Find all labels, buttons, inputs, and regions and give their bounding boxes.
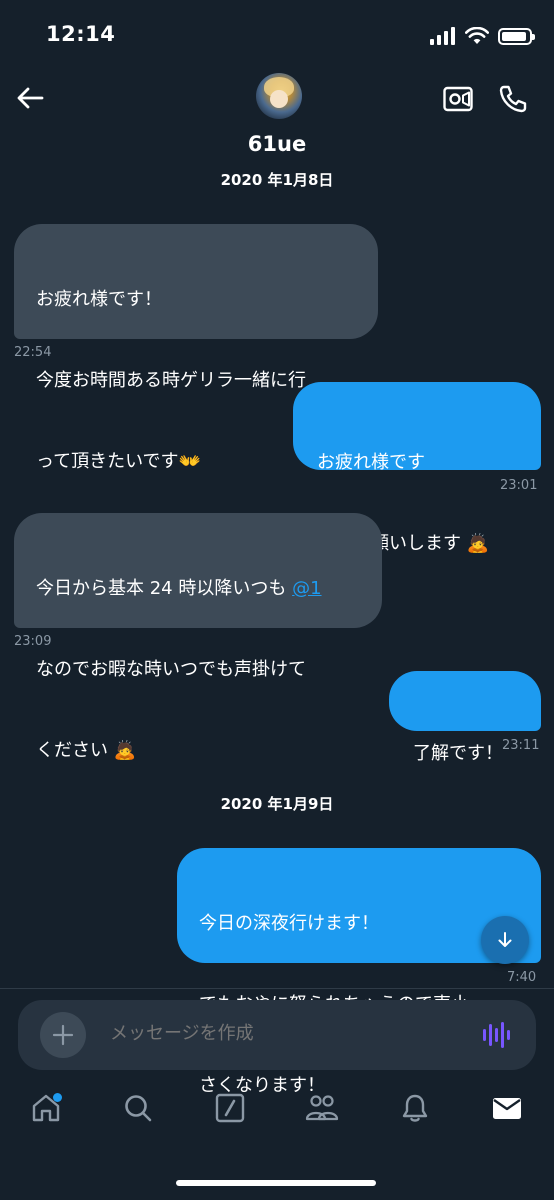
mention-link[interactable]: @1 (292, 578, 321, 599)
voice-message-icon[interactable] (482, 1020, 512, 1050)
message-input[interactable] (110, 1023, 440, 1044)
messages-icon (493, 1098, 521, 1119)
message-timestamp: 22:54 (14, 345, 52, 360)
message-bubble-outgoing[interactable]: 了解です！ (389, 671, 541, 764)
bowing-person-emoji-icon: 🙇 (113, 740, 137, 761)
message-text: って頂きたいです (36, 451, 179, 472)
message-timestamp: 7:40 (507, 970, 537, 985)
tab-compose[interactable] (207, 1085, 253, 1131)
bowing-person-emoji-icon: 🙇 (466, 533, 490, 554)
tab-notifications[interactable] (392, 1085, 438, 1131)
message-text: 今日の深夜行けます！ (199, 913, 379, 934)
arrow-down-icon (498, 932, 512, 947)
message-timestamp: 23:01 (500, 478, 538, 493)
cellular-signal-icon (430, 27, 455, 45)
message-text: ください (36, 740, 108, 761)
message-bubble-incoming[interactable]: お疲れ様です！ 今度お時間ある時ゲリラ一緒に行 って頂きたいです👐 (14, 224, 378, 472)
search-icon (125, 1095, 152, 1122)
message-timestamp: 23:11 (502, 738, 540, 753)
tab-messages[interactable] (484, 1085, 530, 1131)
composer-divider (0, 988, 554, 989)
battery-icon (498, 27, 535, 45)
message-text: なのでお暇な時いつでも声掛けて (36, 659, 306, 680)
tab-search[interactable] (115, 1085, 161, 1131)
message-bubble-incoming[interactable]: 今日から基本 24 時以降いつも @1 なのでお暇な時いつでも声掛けて ください… (14, 513, 382, 761)
contact-name[interactable]: 61ue (0, 132, 554, 156)
date-separator: 2020 年1月9日 (220, 795, 334, 813)
dm-conversation-screen: 12:14 61ue 2020 年1月8日 お疲れ様です！ 今度お時間ある時ゲリ… (0, 0, 554, 1200)
tab-communities[interactable] (299, 1085, 345, 1131)
status-bar: 12:14 (0, 0, 554, 70)
message-bubble-outgoing[interactable]: お疲れ様です ぜひお願いします 🙇 (293, 382, 541, 554)
open-hands-emoji-icon: 👐 (178, 451, 201, 472)
phone-call-icon[interactable] (498, 84, 528, 114)
video-call-icon[interactable] (443, 86, 473, 112)
conversation-header: 61ue (0, 70, 554, 160)
message-timestamp: 23:09 (14, 634, 52, 649)
message-composer (18, 1000, 536, 1070)
home-notification-dot (53, 1093, 62, 1102)
tab-home[interactable] (23, 1085, 69, 1131)
back-arrow-icon[interactable] (14, 82, 46, 114)
status-icons (430, 25, 535, 47)
bottom-tab-bar (0, 1085, 554, 1155)
date-separator: 2020 年1月8日 (220, 171, 334, 189)
home-indicator (176, 1180, 376, 1186)
scroll-to-bottom-button[interactable] (481, 916, 529, 964)
contact-avatar[interactable] (256, 73, 302, 119)
notifications-icon (402, 1094, 428, 1122)
add-media-button[interactable] (40, 1012, 86, 1058)
plus-icon (52, 1024, 74, 1046)
communities-icon (305, 1095, 339, 1121)
message-text: お疲れ様です！ (36, 289, 162, 310)
message-text: お疲れ様です (317, 452, 425, 473)
status-time: 12:14 (46, 22, 116, 46)
wifi-icon (465, 27, 489, 44)
compose-icon (215, 1093, 245, 1123)
message-text: 今日から基本 24 時以降いつも (36, 578, 287, 599)
